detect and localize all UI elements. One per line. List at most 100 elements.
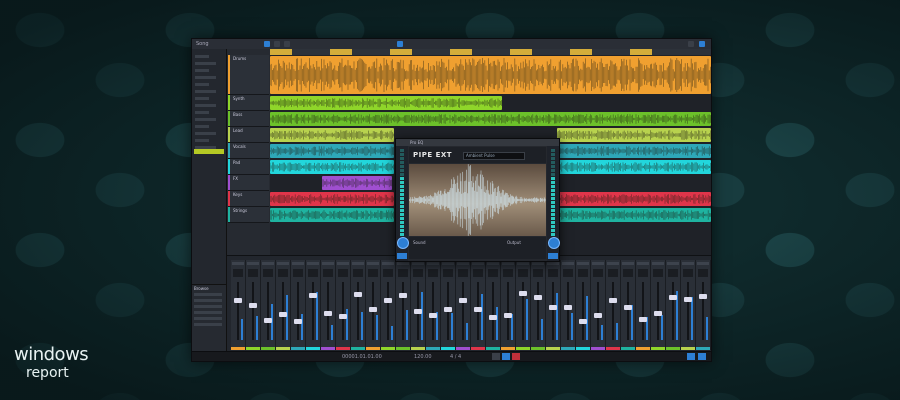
channel-fader[interactable] — [579, 319, 587, 324]
channel-fader[interactable] — [489, 315, 497, 320]
mixer-channel-strip[interactable] — [681, 260, 696, 350]
audio-clip[interactable] — [270, 96, 502, 110]
plugin-titlebar[interactable]: Pro EQ — [396, 139, 559, 146]
channel-btns[interactable] — [353, 269, 363, 277]
channel-fader[interactable] — [654, 311, 662, 316]
channel-btns[interactable] — [248, 269, 258, 277]
channel-btns[interactable] — [578, 269, 588, 277]
audio-clip[interactable] — [557, 128, 711, 142]
channel-btns[interactable] — [488, 269, 498, 277]
channel-btns[interactable] — [668, 269, 678, 277]
browser-row[interactable] — [194, 299, 222, 302]
channel-btns[interactable] — [368, 269, 378, 277]
play-icon[interactable] — [502, 353, 510, 360]
channel-fader[interactable] — [699, 294, 707, 299]
inspector-selected-row[interactable] — [194, 149, 224, 154]
inspector-row[interactable] — [195, 118, 216, 121]
channel-btns[interactable] — [308, 269, 318, 277]
channel-btns[interactable] — [503, 269, 513, 277]
mixer-channel-strip[interactable] — [291, 260, 306, 350]
inspector-row[interactable] — [195, 132, 216, 135]
channel-fader[interactable] — [609, 298, 617, 303]
audio-clip[interactable] — [270, 128, 394, 142]
track-lane[interactable] — [270, 95, 711, 111]
channel-btns[interactable] — [263, 269, 273, 277]
mixer-channel-strip[interactable] — [561, 260, 576, 350]
channel-fader[interactable] — [234, 298, 242, 303]
mixer-channel-strip[interactable] — [426, 260, 441, 350]
channel-fader[interactable] — [639, 317, 647, 322]
snap-icon[interactable] — [397, 41, 403, 47]
gear-icon[interactable] — [688, 41, 694, 47]
channel-btns[interactable] — [233, 269, 243, 277]
inspector-row[interactable] — [195, 76, 216, 79]
channel-fader[interactable] — [429, 313, 437, 318]
bypass-button[interactable] — [548, 253, 558, 259]
channel-btns[interactable] — [458, 269, 468, 277]
audio-clip[interactable] — [557, 160, 711, 174]
channel-fader[interactable] — [249, 303, 257, 308]
mixer-channel-strip[interactable] — [231, 260, 246, 350]
view-icon[interactable] — [699, 41, 705, 47]
channel-btns[interactable] — [608, 269, 618, 277]
channel-fader[interactable] — [309, 293, 317, 298]
record-icon[interactable] — [512, 353, 520, 360]
channel-fader[interactable] — [279, 312, 287, 317]
preset-selector[interactable]: Ambient Pulse — [463, 152, 525, 160]
browser-row[interactable] — [194, 317, 222, 320]
mixer-channel-strip[interactable] — [636, 260, 651, 350]
inspector-row[interactable] — [195, 111, 209, 114]
mixer-channel-strip[interactable] — [621, 260, 636, 350]
channel-btns[interactable] — [683, 269, 693, 277]
audio-clip[interactable] — [270, 208, 394, 222]
mixer-channel-strip[interactable] — [261, 260, 276, 350]
channel-fader[interactable] — [504, 313, 512, 318]
channel-btns[interactable] — [398, 269, 408, 277]
channel-fader[interactable] — [444, 307, 452, 312]
track-header[interactable]: Lead — [228, 127, 269, 143]
mixer-channel-strip[interactable] — [396, 260, 411, 350]
channel-fader[interactable] — [474, 307, 482, 312]
channel-fader[interactable] — [324, 311, 332, 316]
audio-clip[interactable] — [270, 160, 394, 174]
mixer-channel-strip[interactable] — [696, 260, 711, 350]
audio-clip[interactable] — [270, 56, 711, 94]
audio-clip[interactable] — [270, 112, 711, 126]
mixer-channel-strip[interactable] — [441, 260, 456, 350]
browser-row[interactable] — [194, 305, 222, 308]
channel-fader[interactable] — [294, 319, 302, 324]
mixer-channel-strip[interactable] — [546, 260, 561, 350]
channel-fader[interactable] — [369, 307, 377, 312]
mixer-channel-strip[interactable] — [381, 260, 396, 350]
audio-clip[interactable] — [270, 144, 394, 158]
channel-fader[interactable] — [519, 291, 527, 296]
browser-row[interactable] — [194, 311, 222, 314]
channel-fader[interactable] — [414, 309, 422, 314]
channel-btns[interactable] — [593, 269, 603, 277]
channel-fader[interactable] — [669, 295, 677, 300]
inspector-row[interactable] — [195, 83, 209, 86]
track-lane[interactable] — [270, 111, 711, 127]
track-header[interactable]: Vocals — [228, 143, 269, 159]
inspector-row[interactable] — [195, 97, 209, 100]
track-header[interactable]: Strings — [228, 207, 269, 223]
channel-btns[interactable] — [533, 269, 543, 277]
track-header[interactable]: Keys — [228, 191, 269, 207]
inspector-row[interactable] — [195, 104, 216, 107]
gain-knob[interactable] — [397, 237, 409, 249]
track-header[interactable]: FX — [228, 175, 269, 191]
channel-btns[interactable] — [518, 269, 528, 277]
mixer-channel-strip[interactable] — [531, 260, 546, 350]
gain-knob[interactable] — [548, 237, 560, 249]
mixer-channel-strip[interactable] — [351, 260, 366, 350]
mixer-channel-strip[interactable] — [276, 260, 291, 350]
audio-clip[interactable] — [557, 144, 711, 158]
mixer-channel-strip[interactable] — [471, 260, 486, 350]
mixer-channel-strip[interactable] — [321, 260, 336, 350]
arrow-tool-icon[interactable] — [264, 41, 270, 47]
channel-btns[interactable] — [443, 269, 453, 277]
audio-clip[interactable] — [270, 192, 394, 206]
inspector-row[interactable] — [195, 62, 216, 65]
track-header[interactable]: Drums — [228, 55, 269, 95]
channel-fader[interactable] — [264, 318, 272, 323]
